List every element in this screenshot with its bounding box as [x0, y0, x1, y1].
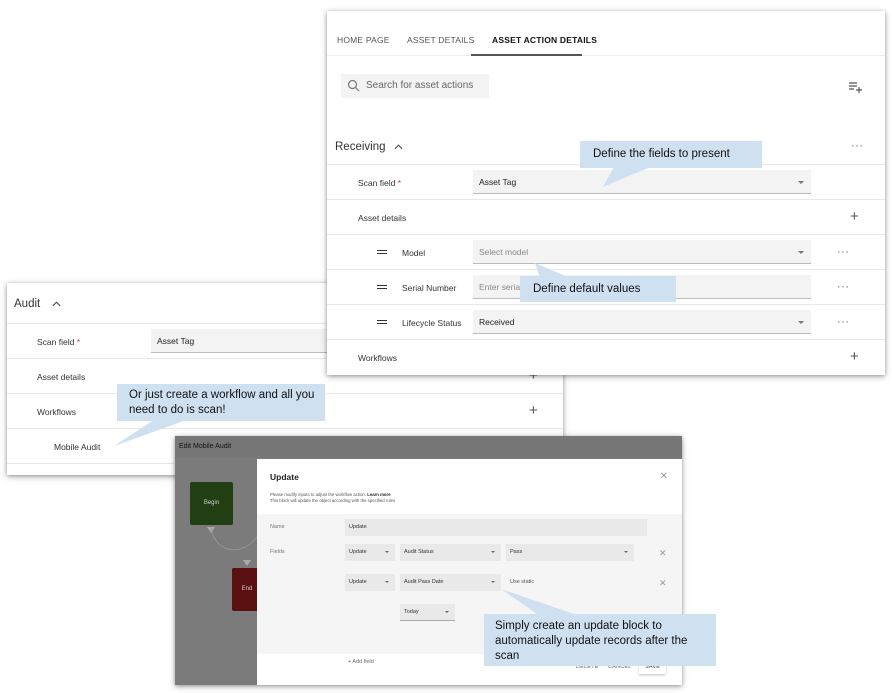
audit-section-title: Audit — [14, 298, 41, 310]
dropdown-caret-icon — [798, 321, 804, 324]
value-mode-text[interactable]: Use static — [510, 579, 534, 585]
add-field-button[interactable]: + Add field — [348, 659, 374, 665]
callout-update-block: Simply create an update block to automat… — [484, 614, 716, 666]
drag-handle-icon[interactable] — [377, 320, 387, 324]
name-input[interactable]: Update — [345, 519, 647, 536]
callout-pointer — [114, 418, 192, 446]
chevron-up-icon[interactable] — [394, 144, 403, 150]
workflow-editor-header: Edit Mobile Audit — [175, 436, 682, 458]
more-horizontal-icon[interactable]: ··· — [837, 317, 850, 328]
chevron-up-icon[interactable] — [52, 301, 61, 307]
add-workflow-icon[interactable]: + — [529, 403, 538, 418]
model-label: Model — [402, 248, 426, 258]
field-action-select[interactable]: Update — [345, 544, 395, 561]
tab-bar: HOME PAGE ASSET DETAILS ASSET ACTION DET… — [327, 11, 885, 56]
drag-handle-icon[interactable] — [377, 250, 387, 254]
more-horizontal-icon[interactable]: ··· — [851, 141, 864, 152]
scan-field-label: Scan field * — [37, 337, 81, 347]
workflows-label: Workflows — [358, 353, 398, 363]
more-horizontal-icon[interactable]: ··· — [837, 282, 850, 293]
field-name-select[interactable]: Audit Status — [400, 544, 501, 561]
name-label: Name — [270, 524, 285, 530]
fields-label: Fields — [270, 549, 285, 555]
serial-number-label: Serial Number — [402, 283, 457, 293]
asset-details-row: Asset details + — [327, 200, 885, 235]
callout-create-workflow: Or just create a workflow and all you ne… — [117, 384, 325, 421]
search-input[interactable]: Search for asset actions — [341, 74, 489, 98]
remove-field-icon[interactable]: ✕ — [659, 548, 667, 559]
tab-asset-details[interactable]: ASSET DETAILS — [407, 35, 474, 45]
search-icon — [347, 79, 360, 92]
asset-detail-row-model: Model Select model ··· — [327, 235, 885, 270]
asset-details-label: Asset details — [37, 372, 86, 382]
close-icon[interactable]: ✕ — [660, 471, 668, 482]
drag-handle-icon[interactable] — [377, 285, 387, 289]
model-select[interactable]: Select model — [473, 240, 811, 264]
dialog-description: Please modify inputs to adjust the workf… — [270, 492, 396, 503]
workflows-label: Workflows — [37, 407, 77, 417]
dialog-title: Update — [270, 472, 299, 482]
playlist-add-icon[interactable] — [849, 81, 863, 93]
remove-field-icon[interactable]: ✕ — [659, 578, 667, 589]
field-action-select[interactable]: Update — [345, 574, 395, 591]
tab-asset-action-details[interactable]: ASSET ACTION DETAILS — [492, 35, 597, 45]
asset-detail-row-lifecycle: Lifecycle Status Received ··· — [327, 305, 885, 340]
more-horizontal-icon[interactable]: ··· — [837, 247, 850, 258]
asset-action-details-panel: HOME PAGE ASSET DETAILS ASSET ACTION DET… — [327, 11, 885, 375]
connector-port-icon[interactable] — [243, 560, 251, 566]
lifecycle-status-label: Lifecycle Status — [402, 318, 462, 328]
search-placeholder: Search for asset actions — [366, 80, 474, 91]
callout-default-values: Define default values — [520, 276, 676, 302]
static-date-select[interactable]: Today — [400, 604, 455, 621]
dropdown-caret-icon — [798, 251, 804, 254]
learn-more-link[interactable]: Learn more — [367, 492, 390, 497]
dropdown-caret-icon — [798, 181, 804, 184]
receiving-section-title: Receiving — [335, 141, 386, 153]
workflow-item-label: Mobile Audit — [54, 442, 101, 452]
add-asset-detail-icon[interactable]: + — [850, 209, 859, 224]
callout-pointer — [603, 165, 655, 187]
active-tab-indicator — [471, 54, 582, 56]
asset-details-label: Asset details — [358, 213, 407, 223]
scan-field-label: Scan field * — [358, 178, 402, 188]
workflows-row: Workflows + — [327, 340, 885, 375]
begin-node[interactable]: Begin — [190, 482, 233, 525]
node-connector-line — [211, 527, 260, 551]
lifecycle-status-select[interactable]: Received — [473, 310, 811, 334]
callout-define-fields: Define the fields to present — [580, 141, 762, 168]
field-name-select[interactable]: Audit Pass Date — [400, 574, 501, 591]
add-workflow-icon[interactable]: + — [850, 349, 859, 364]
tab-home-page[interactable]: HOME PAGE — [337, 35, 390, 45]
field-value-select[interactable]: Pass — [506, 544, 634, 561]
